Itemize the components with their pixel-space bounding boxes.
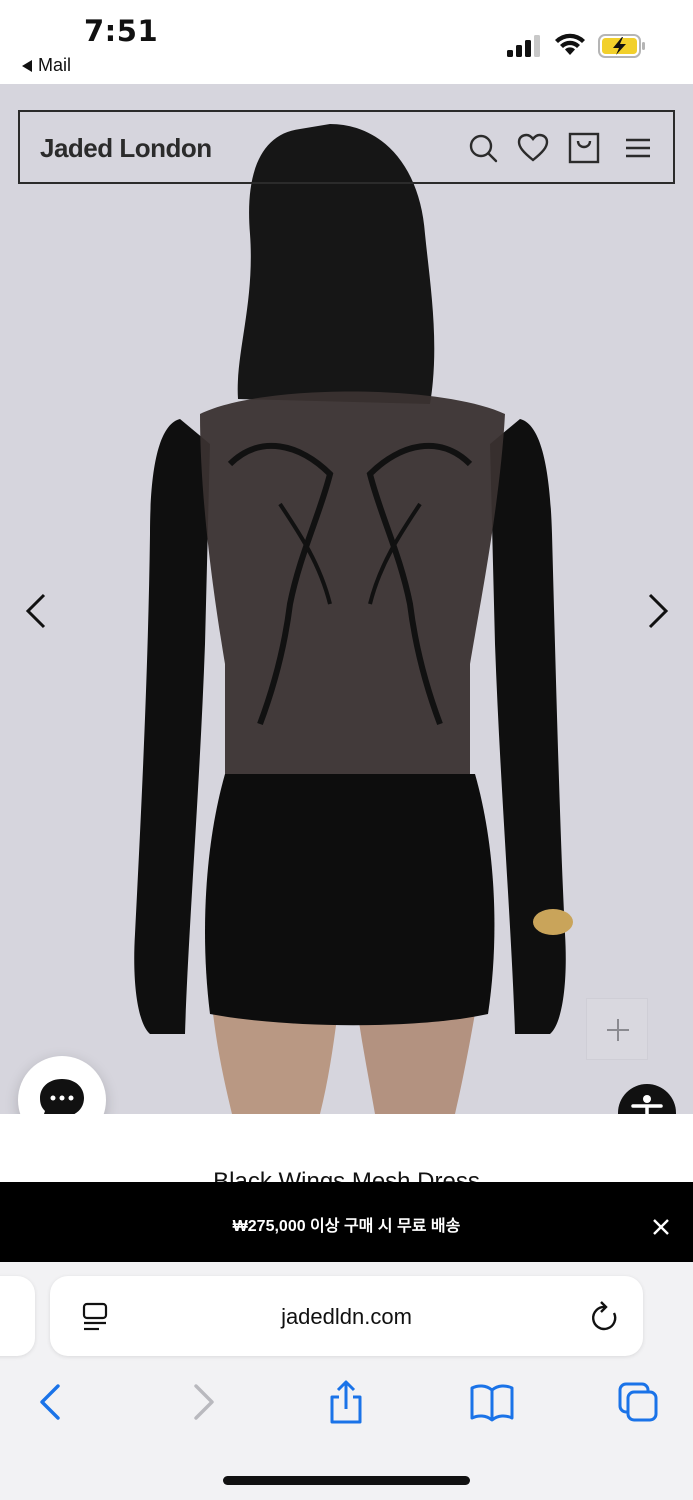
- search-icon[interactable]: [467, 132, 499, 164]
- browser-toolbar: jadedldn.com: [0, 1262, 693, 1500]
- address-bar[interactable]: jadedldn.com: [50, 1276, 643, 1356]
- share-icon[interactable]: [324, 1380, 368, 1424]
- url-text: jadedldn.com: [281, 1304, 412, 1329]
- promo-banner: ₩275,000 이상 구매 시 무료 배송: [0, 1182, 693, 1262]
- previous-tab-preview[interactable]: [0, 1276, 35, 1356]
- cellular-signal-icon: [507, 35, 540, 57]
- tabs-icon[interactable]: [616, 1380, 660, 1424]
- back-triangle-icon: [22, 59, 32, 72]
- heart-icon[interactable]: [517, 132, 549, 164]
- chat-button[interactable]: [18, 1056, 106, 1114]
- site-header: Jaded London: [18, 110, 675, 184]
- accessibility-button[interactable]: [618, 1084, 676, 1114]
- status-time: 7:51: [84, 14, 159, 48]
- accessibility-icon: [631, 1095, 663, 1114]
- shopping-bag-icon[interactable]: [568, 132, 600, 164]
- menu-icon[interactable]: [622, 132, 654, 164]
- close-icon[interactable]: [652, 1218, 670, 1236]
- product-image-gallery[interactable]: Jaded London: [0, 84, 693, 1114]
- status-bar: 7:51 Mail: [0, 0, 693, 84]
- brand-logo[interactable]: Jaded London: [40, 133, 212, 164]
- zoom-button[interactable]: [586, 998, 648, 1060]
- plus-icon: [607, 1019, 629, 1041]
- reload-icon[interactable]: [590, 1301, 620, 1333]
- promo-text: ₩275,000 이상 구매 시 무료 배송: [232, 1218, 461, 1235]
- previous-image-arrow-icon[interactable]: [20, 589, 54, 633]
- home-indicator: [223, 1476, 470, 1485]
- wifi-icon: [555, 33, 585, 55]
- back-arrow-icon[interactable]: [30, 1380, 74, 1424]
- back-app-label: Mail: [38, 55, 72, 75]
- back-to-mail-link[interactable]: Mail: [22, 55, 71, 76]
- bookmarks-icon[interactable]: [470, 1380, 514, 1424]
- battery-charging-icon: [598, 34, 645, 58]
- product-photo: [134, 124, 573, 1114]
- chat-bubble-icon: [40, 1079, 84, 1114]
- forward-arrow-icon[interactable]: [180, 1380, 224, 1424]
- next-image-arrow-icon[interactable]: [640, 589, 674, 633]
